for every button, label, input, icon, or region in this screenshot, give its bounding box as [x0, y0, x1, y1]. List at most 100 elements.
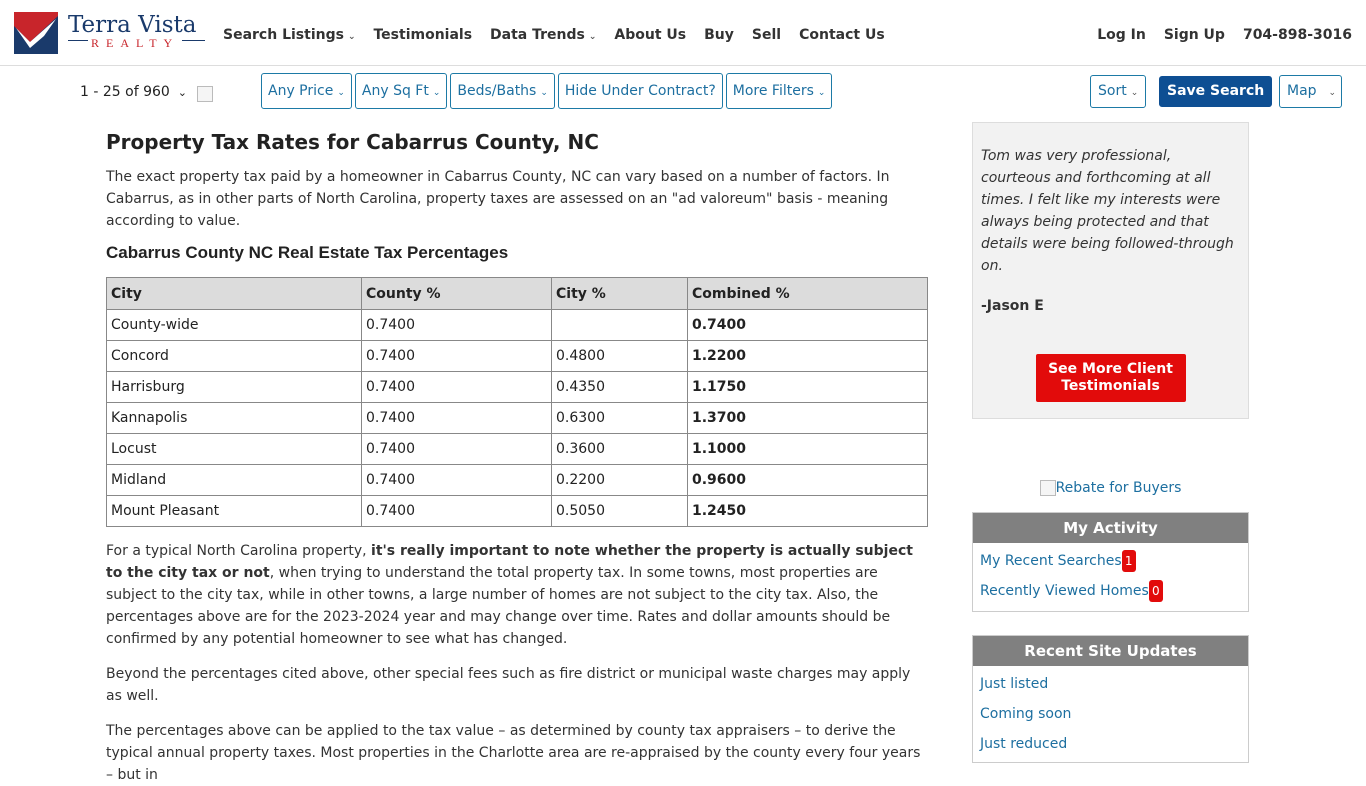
nav-contact-us[interactable]: Contact Us: [799, 27, 885, 43]
signup-link[interactable]: Sign Up: [1164, 27, 1225, 43]
rebate-banner-link[interactable]: Rebate for Buyers: [972, 480, 1249, 496]
recent-updates-panel: Recent Site Updates Just listed Coming s…: [972, 635, 1249, 763]
chevron-down-icon: ⌄: [817, 88, 826, 98]
table-cell: Harrisburg: [106, 371, 362, 403]
update-link[interactable]: Coming soon: [980, 702, 1241, 732]
recent-searches-link[interactable]: My Recent Searches 1: [980, 549, 1241, 579]
table-row: County-wide 0.7400 0.7400: [106, 309, 928, 341]
table-cell: 0.4350: [551, 371, 688, 403]
logo-name: Terra Vista: [68, 12, 197, 38]
table-cell: 1.2200: [687, 340, 928, 372]
main-nav: Search Listings ⌄ Testimonials Data Trend…: [223, 27, 885, 43]
update-link[interactable]: Just reduced: [980, 732, 1241, 762]
table-cell: [551, 309, 688, 341]
filter-price-button[interactable]: Any Price ⌄: [261, 73, 352, 109]
table-cell: 0.7400: [361, 371, 552, 403]
nav-data-trends[interactable]: Data Trends ⌄: [490, 27, 596, 43]
filter-bar: Any Price ⌄ Any Sq Ft ⌄ Beds/Baths ⌄ Hide U…: [261, 73, 833, 109]
testimonial-card: Tom was very professional, courteous and…: [972, 122, 1249, 419]
chevron-down-icon: ⌄: [1328, 88, 1337, 98]
filter-more-button[interactable]: More Filters ⌄: [725, 73, 833, 109]
table-cell: 1.2450: [687, 495, 928, 527]
broken-image-icon: [197, 86, 213, 102]
table-cell: 1.1000: [687, 433, 928, 465]
table-title: Cabarrus County NC Real Estate Tax Perce…: [106, 243, 509, 262]
account-nav: Log In Sign Up 704-898-3016: [1097, 27, 1352, 43]
testimonial-author: -Jason E: [981, 298, 1044, 314]
table-cell: 0.2200: [551, 464, 688, 496]
column-header: City: [106, 277, 362, 310]
nav-sell[interactable]: Sell: [752, 27, 781, 43]
table-cell: 0.3600: [551, 433, 688, 465]
chevron-down-icon: ⌄: [540, 88, 548, 98]
table-cell: 0.7400: [361, 340, 552, 372]
count-badge: 0: [1148, 580, 1163, 602]
testimonial-quote: Tom was very professional, courteous and…: [981, 148, 1234, 274]
login-link[interactable]: Log In: [1097, 27, 1146, 43]
nav-buy[interactable]: Buy: [704, 27, 734, 43]
table-cell: Locust: [106, 433, 362, 465]
nav-about-us[interactable]: About Us: [614, 27, 686, 43]
chevron-down-icon: ⌄: [1130, 88, 1139, 98]
table-cell: 0.7400: [361, 433, 552, 465]
table-row: Mount Pleasant 0.7400 0.5050 1.2450: [106, 495, 928, 527]
update-link[interactable]: Just listed: [980, 672, 1241, 702]
intro-paragraph: The exact property tax paid by a homeown…: [106, 169, 890, 229]
column-header: County %: [361, 277, 552, 310]
table-cell: Mount Pleasant: [106, 495, 362, 527]
sidebar: Tom was very professional, courteous and…: [972, 122, 1249, 763]
my-activity-panel: My Activity My Recent Searches 1 Recently…: [972, 512, 1249, 612]
broken-image-icon: [1039, 480, 1056, 496]
logo-sub: REALTY: [88, 36, 183, 51]
filter-beds-baths-button[interactable]: Beds/Baths ⌄: [450, 73, 555, 109]
table-cell: Midland: [106, 464, 362, 496]
chevron-down-icon[interactable]: ⌄: [178, 86, 187, 99]
nav-search-listings[interactable]: Search Listings ⌄: [223, 27, 355, 43]
filter-sqft-button[interactable]: Any Sq Ft ⌄: [354, 73, 448, 109]
chevron-down-icon: ⌄: [347, 32, 356, 42]
logo[interactable]: Terra Vista REALTY: [14, 12, 206, 54]
fees-paragraph: Beyond the percentages cited above, othe…: [106, 666, 911, 704]
nav-testimonials[interactable]: Testimonials: [373, 27, 472, 43]
search-toolbar: 1 - 25 of 960 ⌄ Any Price ⌄ Any Sq Ft ⌄ Bed…: [0, 66, 1366, 118]
panel-title: Recent Site Updates: [973, 636, 1248, 666]
appraisal-paragraph: The percentages above can be applied to …: [106, 723, 921, 783]
page-title: Property Tax Rates for Cabarrus County, …: [106, 130, 599, 154]
table-cell: 1.3700: [687, 402, 928, 434]
table-header-row: City County % City % Combined %: [106, 277, 928, 310]
chevron-down-icon: ⌄: [432, 88, 441, 98]
table-cell: Kannapolis: [106, 402, 362, 434]
column-header: Combined %: [687, 277, 928, 310]
city-tax-paragraph: For a typical North Carolina property, i…: [106, 543, 913, 647]
count-badge: 1: [1121, 550, 1136, 572]
filter-hide-under-contract-button[interactable]: Hide Under Contract?: [557, 73, 723, 109]
table-cell: County-wide: [106, 309, 362, 341]
table-cell: 0.7400: [361, 309, 552, 341]
save-search-button[interactable]: Save Search: [1159, 76, 1273, 107]
table-cell: Concord: [106, 340, 362, 372]
table-cell: 0.7400: [687, 309, 928, 341]
table-cell: 0.9600: [687, 464, 928, 496]
site-header: Terra Vista REALTY Search Listings ⌄ Test…: [0, 0, 1366, 66]
sort-button[interactable]: Sort ⌄: [1090, 75, 1147, 108]
table-cell: 0.7400: [361, 402, 552, 434]
phone-link[interactable]: 704-898-3016: [1243, 27, 1352, 43]
table-cell: 0.6300: [551, 402, 688, 434]
table-cell: 1.1750: [687, 371, 928, 403]
chevron-down-icon: ⌄: [337, 88, 345, 98]
table-cell: 0.4800: [551, 340, 688, 372]
panel-title: My Activity: [973, 513, 1248, 543]
recently-viewed-link[interactable]: Recently Viewed Homes 0: [980, 579, 1241, 609]
logo-mark-icon: [14, 12, 58, 54]
article: Property Tax Rates for Cabarrus County, …: [106, 130, 928, 786]
table-row: Locust 0.7400 0.3600 1.1000: [106, 433, 928, 465]
see-more-testimonials-button[interactable]: See More Client Testimonials: [1035, 354, 1186, 402]
table-row: Harrisburg 0.7400 0.4350 1.1750: [106, 371, 928, 403]
table-row: Midland 0.7400 0.2200 0.9600: [106, 464, 928, 496]
table-row: Concord 0.7400 0.4800 1.2200: [106, 340, 928, 372]
table-cell: 0.5050: [551, 495, 688, 527]
table-cell: 0.7400: [361, 464, 552, 496]
tax-rate-table: City County % City % Combined % County-w…: [106, 277, 928, 527]
map-button[interactable]: Map ⌄: [1279, 75, 1342, 108]
chevron-down-icon: ⌄: [588, 32, 597, 42]
